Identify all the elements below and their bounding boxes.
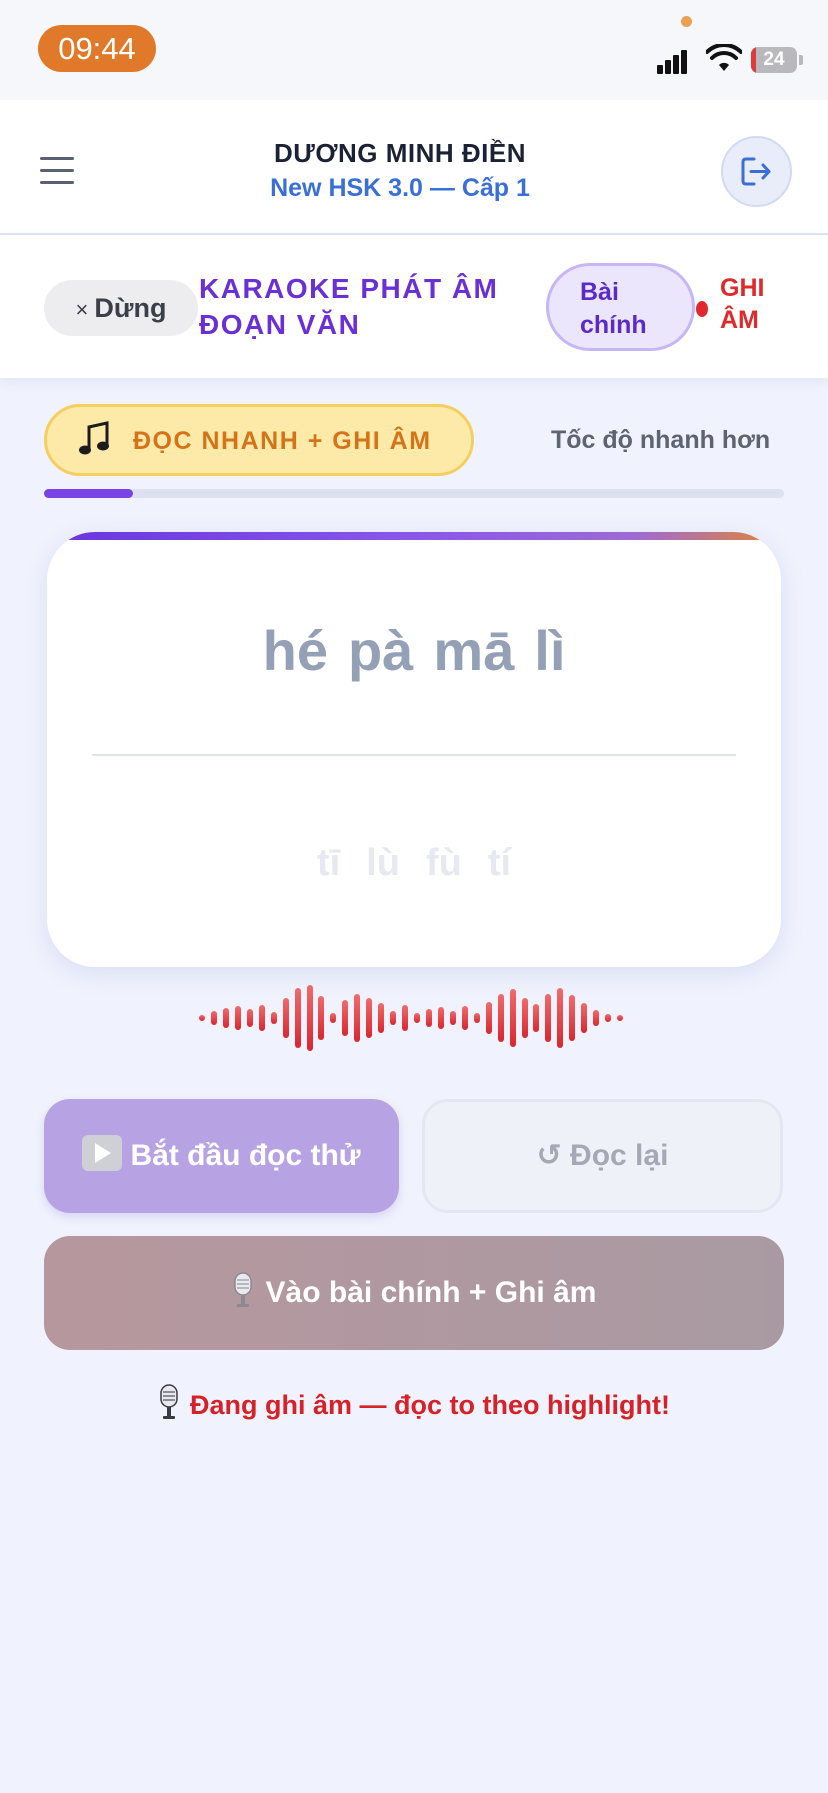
waveform-bar: [593, 1010, 600, 1026]
waveform-bar: [545, 994, 552, 1042]
waveform-bar: [402, 1005, 409, 1031]
waveform-bar: [258, 1005, 265, 1031]
start-practice-button[interactable]: Bắt đầu đọc thử: [44, 1099, 399, 1213]
start-label: Bắt đầu đọc thử: [130, 1139, 361, 1172]
karaoke-toolbar: × Dừng KARAOKE PHÁT ÂM ĐOẠN VĂN Bài chính…: [0, 235, 828, 378]
waveform-bar: [414, 1013, 420, 1023]
waveform-bar: [473, 1013, 480, 1023]
waveform-bar: [617, 1015, 624, 1021]
waveform-bar: [366, 998, 373, 1038]
progress-bar: [44, 489, 784, 498]
card-divider: [92, 754, 736, 756]
status-text: Đang ghi âm — đọc to theo highlight!: [190, 1390, 670, 1420]
pinyin-syllable: lì: [534, 619, 566, 682]
logout-button[interactable]: [721, 136, 792, 207]
pinyin-syllable: mā: [433, 619, 515, 682]
recording-dot-icon: [696, 301, 708, 317]
pinyin-syllable: hé: [262, 619, 328, 682]
waveform-bar: [509, 989, 516, 1047]
app-header: DƯƠNG MINH ĐIỀN New HSK 3.0 — Cấp 1: [0, 100, 828, 235]
pinyin-syllable: pà: [347, 619, 414, 682]
waveform-bar: [199, 1015, 205, 1021]
waveform-bar: [425, 1009, 432, 1027]
waveform-bar: [222, 1008, 229, 1028]
speed-hint: Tốc độ nhanh hơn: [551, 426, 771, 454]
waveform-bar: [569, 995, 576, 1041]
play-icon: [82, 1135, 123, 1171]
privacy-indicator-dot: [681, 16, 692, 27]
waveform-bar: [437, 1007, 444, 1029]
waveform-bar: [282, 998, 289, 1038]
waveform-bar: [294, 988, 301, 1048]
karaoke-title: KARAOKE PHÁT ÂM ĐOẠN VĂN: [199, 273, 499, 340]
stop-label: Dừng: [94, 293, 167, 323]
pinyin-syllable: fù: [425, 842, 462, 884]
reading-card: hé pà mā lì tī lù fù tí: [47, 532, 781, 967]
waveform-bar: [521, 998, 528, 1038]
wifi-icon: [706, 44, 742, 71]
waveform-bar: [378, 1003, 385, 1033]
waveform-bar: [497, 994, 504, 1042]
waveform-bar: [318, 996, 325, 1040]
cellular-signal-icon: [657, 44, 695, 74]
status-time: 09:44: [38, 25, 156, 72]
waveform-bar: [605, 1014, 612, 1022]
waveform-bar: [533, 1004, 540, 1032]
waveform-bar: [246, 1009, 253, 1027]
waveform-bar: [354, 994, 361, 1042]
mode-pill: ĐỌC NHANH + GHI ÂM: [44, 404, 474, 476]
current-pinyin-line: hé pà mā lì: [47, 618, 781, 683]
waveform-bar: [390, 1011, 397, 1025]
battery-level: 24: [763, 49, 785, 70]
main-lesson-badge: Bài chính: [546, 263, 695, 351]
main-label: Vào bài chính + Ghi âm: [265, 1276, 597, 1309]
battery-tip: [799, 55, 803, 65]
waveform-bar: [581, 1003, 588, 1033]
waveform-bar: [210, 1011, 217, 1025]
user-name: DƯƠNG MINH ĐIỀN: [273, 138, 527, 168]
music-note-icon: [79, 421, 109, 455]
logout-icon: [741, 157, 771, 186]
next-pinyin-line: tī lù fù tí: [47, 842, 781, 885]
recording-label: GHI ÂM: [720, 274, 765, 334]
reread-button[interactable]: ↺ Đọc lại: [422, 1099, 783, 1213]
waveform-bar: [485, 1002, 492, 1034]
card-accent-bar: [47, 532, 781, 540]
waveform-bar: [234, 1006, 241, 1030]
course-name: New HSK 3.0 — Cấp 1: [270, 174, 530, 202]
progress-fill: [44, 489, 133, 498]
waveform-bar: [557, 988, 564, 1048]
app-screen: 09:44 24 DƯƠNG MINH ĐIỀN New HSK 3.0 — C…: [0, 0, 828, 1793]
waveform-bar: [342, 1000, 349, 1036]
waveform-bar: [330, 1013, 337, 1023]
waveform-bar: [270, 1012, 277, 1024]
enter-main-lesson-button[interactable]: Vào bài chính + Ghi âm: [44, 1236, 784, 1350]
waveform-bar: [449, 1011, 456, 1025]
recording-status-message: Đang ghi âm — đọc to theo highlight!: [0, 1384, 828, 1421]
microphone-icon: [233, 1272, 252, 1307]
pinyin-syllable: lù: [366, 842, 400, 884]
close-icon: ×: [75, 297, 89, 322]
stop-button[interactable]: × Dừng: [44, 280, 198, 336]
battery-icon: 24: [751, 47, 797, 73]
microphone-icon: [160, 1384, 178, 1419]
waveform-bar: [461, 1006, 468, 1030]
audio-waveform-icon: [199, 982, 629, 1054]
pinyin-syllable: tī: [316, 842, 341, 884]
reread-label: ↺ Đọc lại: [536, 1139, 669, 1172]
status-bar: 09:44 24: [0, 0, 828, 100]
waveform-bar: [306, 985, 313, 1051]
mode-label: ĐỌC NHANH + GHI ÂM: [133, 427, 432, 455]
pinyin-syllable: tí: [487, 842, 512, 884]
